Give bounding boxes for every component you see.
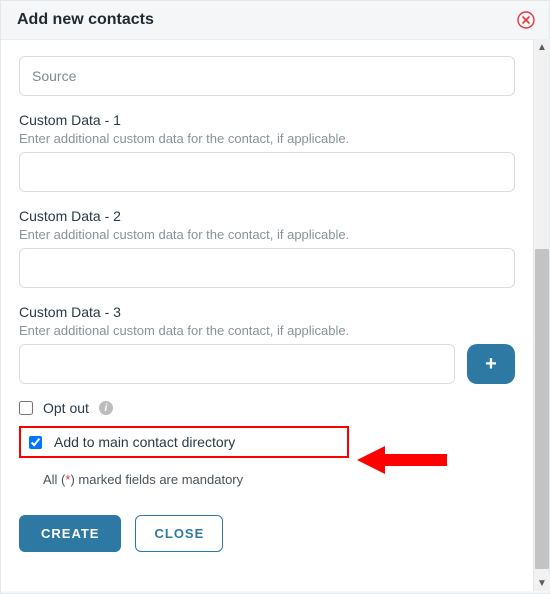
- custom3-input[interactable]: [19, 344, 455, 384]
- scrollbar-thumb[interactable]: [535, 249, 549, 569]
- modal-title: Add new contacts: [17, 11, 154, 29]
- optout-checkbox[interactable]: [19, 401, 33, 415]
- mandatory-prefix: All (: [43, 472, 65, 487]
- custom1-label: Custom Data - 1: [19, 112, 515, 128]
- close-button[interactable]: CLOSE: [135, 515, 223, 552]
- plus-icon: +: [485, 353, 497, 376]
- custom2-input[interactable]: [19, 248, 515, 288]
- custom3-help: Enter additional custom data for the con…: [19, 323, 515, 338]
- custom3-row: +: [19, 344, 515, 384]
- add-directory-highlight: Add to main contact directory: [19, 426, 349, 458]
- add-directory-label: Add to main contact directory: [54, 434, 235, 450]
- mandatory-suffix: ) marked fields are mandatory: [70, 472, 243, 487]
- close-icon: [517, 11, 535, 29]
- add-custom-button[interactable]: +: [467, 344, 515, 384]
- scroll-up-icon[interactable]: ▲: [534, 39, 550, 55]
- modal-body: Custom Data - 1 Enter additional custom …: [1, 39, 533, 591]
- source-input[interactable]: [19, 56, 515, 96]
- custom2-help: Enter additional custom data for the con…: [19, 227, 515, 242]
- modal-footer: CREATE CLOSE: [19, 515, 515, 552]
- custom3-label: Custom Data - 3: [19, 304, 515, 320]
- custom1-help: Enter additional custom data for the con…: [19, 131, 515, 146]
- scrollbar-track[interactable]: ▲ ▼: [533, 39, 549, 591]
- custom1-input[interactable]: [19, 152, 515, 192]
- add-directory-checkbox[interactable]: [29, 436, 42, 449]
- create-button[interactable]: CREATE: [19, 515, 121, 552]
- mandatory-note: All (*) marked fields are mandatory: [19, 472, 515, 487]
- scroll-down-icon[interactable]: ▼: [534, 575, 550, 591]
- info-icon[interactable]: i: [99, 401, 113, 415]
- modal-body-wrap: Custom Data - 1 Enter additional custom …: [1, 39, 549, 591]
- optout-label: Opt out: [43, 400, 89, 416]
- optout-row[interactable]: Opt out i: [19, 400, 515, 416]
- source-field-wrap: [19, 50, 515, 96]
- add-contacts-modal: Add new contacts Custom Data - 1 Enter a…: [0, 0, 550, 594]
- close-icon-button[interactable]: [517, 11, 535, 29]
- custom2-label: Custom Data - 2: [19, 208, 515, 224]
- modal-header: Add new contacts: [1, 1, 549, 39]
